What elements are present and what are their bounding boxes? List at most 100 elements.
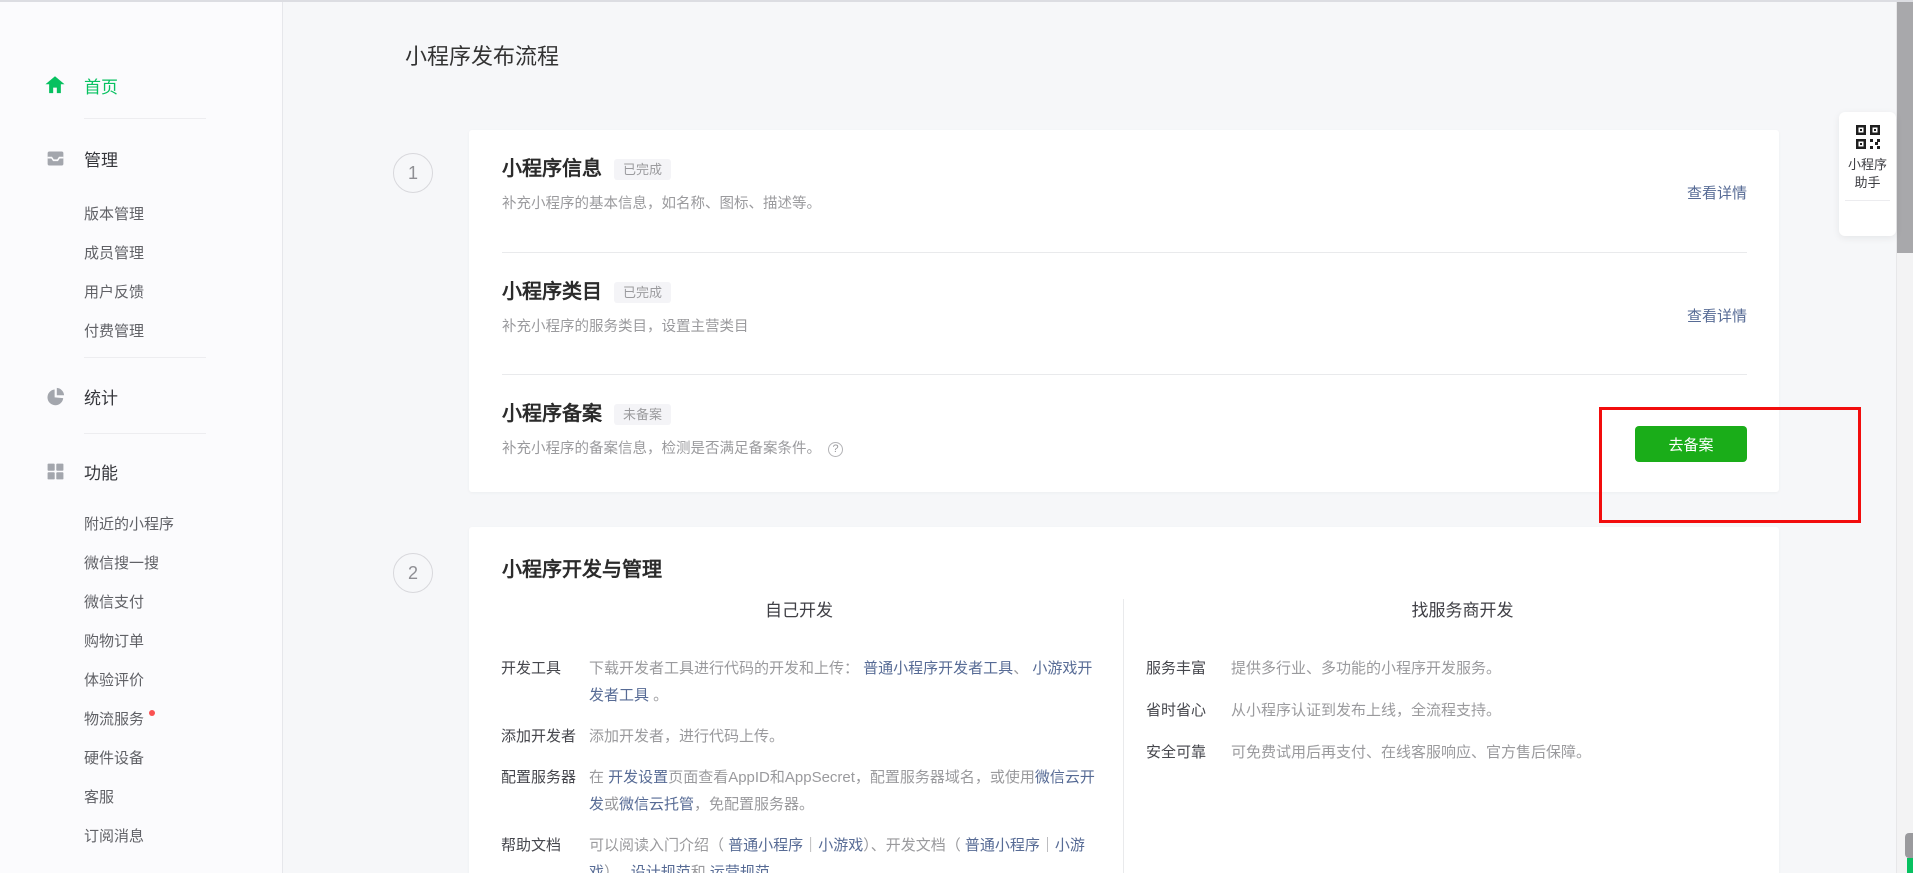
app-window: 首页 管理 版本管理 成员管理 用户反馈 付费管理 统计 功能 bbox=[0, 0, 1913, 873]
row-label: 添加开发者 bbox=[501, 723, 589, 750]
assistant-label-line2: 助手 bbox=[1839, 174, 1896, 192]
sidebar-item-version-management[interactable]: 版本管理 bbox=[0, 194, 282, 233]
sidebar-item-manage[interactable]: 管理 bbox=[0, 135, 282, 181]
inline-link[interactable]: 运营规范 bbox=[710, 864, 770, 873]
row-description: 补充小程序的服务类目，设置主营类目 bbox=[502, 317, 749, 337]
edge-widget-green bbox=[1907, 858, 1913, 873]
row-label: 帮助文档 bbox=[501, 832, 589, 873]
sidebar-item-member-management[interactable]: 成员管理 bbox=[0, 233, 282, 272]
inline-link[interactable]: 小游戏 bbox=[818, 837, 863, 854]
sidebar-item-paid-management[interactable]: 付费管理 bbox=[0, 311, 282, 350]
miniprogram-category-row: 小程序类目 已完成 补充小程序的服务类目，设置主营类目 查看详情 bbox=[502, 253, 1747, 375]
sidebar-divider bbox=[84, 357, 206, 358]
top-edge-divider bbox=[0, 0, 1913, 2]
sidebar-item-features[interactable]: 功能 bbox=[0, 448, 282, 494]
help-docs-row: 帮助文档 可以阅读入门介绍（ 普通小程序｜小游戏）、开发文档（ 普通小程序｜小游… bbox=[501, 832, 1097, 873]
step-2-number: 2 bbox=[393, 553, 433, 593]
sidebar: 首页 管理 版本管理 成员管理 用户反馈 付费管理 统计 功能 bbox=[0, 0, 283, 873]
sidebar-item-shopping-orders[interactable]: 购物订单 bbox=[0, 621, 282, 660]
miniprogram-icp-filing-row: 小程序备案 未备案 补充小程序的备案信息，检测是否满足备案条件。 ? 去备案 bbox=[502, 375, 1747, 492]
go-filing-button[interactable]: 去备案 bbox=[1635, 426, 1747, 462]
main-content: 小程序发布流程 1 小程序信息 已完成 补充小程序的基本信息，如名称、图标、描述… bbox=[283, 0, 1913, 873]
row-text: 在 开发设置页面查看AppID和AppSecret，配置服务器域名，或使用微信云… bbox=[589, 764, 1097, 818]
row-text: 下载开发者工具进行代码的开发和上传： 普通小程序开发者工具、 小游戏开发者工具 … bbox=[589, 655, 1097, 709]
row-label: 配置服务器 bbox=[501, 764, 589, 818]
sidebar-item-label: 功能 bbox=[84, 459, 118, 484]
status-badge: 已完成 bbox=[614, 159, 671, 180]
service-provider-column: 找服务商开发 服务丰富 提供多行业、多功能的小程序开发服务。 省时省心 从小程序… bbox=[1124, 599, 1779, 873]
inbox-icon bbox=[44, 147, 66, 169]
sidebar-item-customer-service[interactable]: 客服 bbox=[0, 777, 282, 816]
row-label: 省时省心 bbox=[1146, 697, 1231, 724]
view-details-link[interactable]: 查看详情 bbox=[1687, 305, 1747, 374]
sidebar-divider bbox=[84, 118, 206, 119]
inline-link[interactable]: 普通小程序 bbox=[965, 837, 1040, 854]
sidebar-item-experience-review[interactable]: 体验评价 bbox=[0, 660, 282, 699]
home-icon bbox=[44, 74, 66, 96]
vertical-scrollbar[interactable] bbox=[1896, 0, 1913, 873]
edge-widget-gray bbox=[1905, 833, 1913, 858]
row-title: 小程序备案 bbox=[502, 401, 602, 427]
assistant-label-line1: 小程序 bbox=[1839, 156, 1896, 174]
row-description: 补充小程序的备案信息，检测是否满足备案条件。 ? bbox=[502, 439, 843, 459]
scrollbar-thumb[interactable] bbox=[1897, 0, 1913, 253]
row-title: 小程序信息 bbox=[502, 156, 602, 182]
view-details-link[interactable]: 查看详情 bbox=[1687, 182, 1747, 252]
question-circle-icon[interactable]: ? bbox=[828, 442, 843, 457]
miniprogram-assistant-widget[interactable]: 小程序 助手 bbox=[1839, 112, 1896, 236]
page-title: 小程序发布流程 bbox=[405, 42, 1913, 72]
step-1-card: 小程序信息 已完成 补充小程序的基本信息，如名称、图标、描述等。 查看详情 小程… bbox=[469, 130, 1779, 492]
add-developer-row: 添加开发者 添加开发者，进行代码上传。 bbox=[501, 723, 1097, 750]
rich-service-row: 服务丰富 提供多行业、多功能的小程序开发服务。 bbox=[1146, 655, 1779, 682]
grid-icon bbox=[44, 460, 66, 482]
sidebar-item-label: 管理 bbox=[84, 146, 118, 171]
step-1-number: 1 bbox=[393, 153, 433, 193]
time-saving-row: 省时省心 从小程序认证到发布上线，全流程支持。 bbox=[1146, 697, 1779, 724]
sidebar-item-wechat-search[interactable]: 微信搜一搜 bbox=[0, 543, 282, 582]
sidebar-item-label: 统计 bbox=[84, 384, 118, 409]
inline-link[interactable]: 普通小程序 bbox=[728, 837, 803, 854]
dev-tools-row: 开发工具 下载开发者工具进行代码的开发和上传： 普通小程序开发者工具、 小游戏开… bbox=[501, 655, 1097, 709]
row-text: 添加开发者，进行代码上传。 bbox=[589, 723, 1097, 750]
sidebar-item-wechat-pay[interactable]: 微信支付 bbox=[0, 582, 282, 621]
row-text: 可以阅读入门介绍（ 普通小程序｜小游戏）、开发文档（ 普通小程序｜小游戏）、 设… bbox=[589, 832, 1097, 873]
sidebar-item-logistics-service[interactable]: 物流服务 bbox=[0, 699, 282, 738]
step-2-card: 小程序开发与管理 自己开发 开发工具 下载开发者工具进行代码的开发和上传： 普通… bbox=[469, 527, 1779, 873]
inline-link[interactable]: 普通小程序开发者工具 bbox=[863, 660, 1013, 677]
inline-link[interactable]: 设计规范 bbox=[631, 864, 691, 873]
row-text: 可免费试用后再支付、在线客服响应、官方售后保障。 bbox=[1231, 739, 1591, 766]
service-provider-header: 找服务商开发 bbox=[1146, 599, 1779, 623]
status-badge: 已完成 bbox=[614, 282, 671, 303]
sidebar-divider bbox=[84, 433, 206, 434]
safe-reliable-row: 安全可靠 可免费试用后再支付、在线客服响应、官方售后保障。 bbox=[1146, 739, 1779, 766]
step-2-section: 2 小程序开发与管理 自己开发 开发工具 下载开发者工具进行代码的开发和上传： … bbox=[469, 527, 1779, 873]
row-text: 从小程序认证到发布上线，全流程支持。 bbox=[1231, 697, 1501, 724]
unread-dot bbox=[149, 710, 155, 716]
sidebar-item-user-feedback[interactable]: 用户反馈 bbox=[0, 272, 282, 311]
sidebar-subnav-features: 附近的小程序 微信搜一搜 微信支付 购物订单 体验评价 物流服务 硬件设备 客服… bbox=[0, 504, 282, 855]
row-label: 安全可靠 bbox=[1146, 739, 1231, 766]
inline-link[interactable]: 微信云托管 bbox=[619, 796, 694, 813]
sidebar-item-subscribe-message[interactable]: 订阅消息 bbox=[0, 816, 282, 855]
row-label: 服务丰富 bbox=[1146, 655, 1231, 682]
qr-code-icon bbox=[1854, 123, 1882, 156]
miniprogram-info-row: 小程序信息 已完成 补充小程序的基本信息，如名称、图标、描述等。 查看详情 bbox=[502, 130, 1747, 253]
step-1-section: 1 小程序信息 已完成 补充小程序的基本信息，如名称、图标、描述等。 查看详情 bbox=[469, 130, 1779, 492]
sidebar-item-label: 首页 bbox=[84, 73, 118, 98]
dev-management-title: 小程序开发与管理 bbox=[502, 557, 1779, 583]
assistant-divider bbox=[1845, 200, 1890, 201]
sidebar-item-statistics[interactable]: 统计 bbox=[0, 373, 282, 419]
sidebar-item-home[interactable]: 首页 bbox=[0, 62, 282, 108]
sidebar-item-hardware-devices[interactable]: 硬件设备 bbox=[0, 738, 282, 777]
status-badge: 未备案 bbox=[614, 404, 671, 425]
row-description: 补充小程序的基本信息，如名称、图标、描述等。 bbox=[502, 194, 821, 214]
inline-link[interactable]: 开发设置 bbox=[608, 769, 668, 786]
configure-server-row: 配置服务器 在 开发设置页面查看AppID和AppSecret，配置服务器域名，… bbox=[501, 764, 1097, 818]
dev-columns: 自己开发 开发工具 下载开发者工具进行代码的开发和上传： 普通小程序开发者工具、… bbox=[469, 599, 1779, 873]
row-text: 提供多行业、多功能的小程序开发服务。 bbox=[1231, 655, 1501, 682]
sidebar-subnav-manage: 版本管理 成员管理 用户反馈 付费管理 bbox=[0, 194, 282, 350]
sidebar-item-nearby-miniprogram[interactable]: 附近的小程序 bbox=[0, 504, 282, 543]
self-develop-column: 自己开发 开发工具 下载开发者工具进行代码的开发和上传： 普通小程序开发者工具、… bbox=[469, 599, 1124, 873]
row-label: 开发工具 bbox=[501, 655, 589, 709]
pie-chart-icon bbox=[44, 385, 66, 407]
